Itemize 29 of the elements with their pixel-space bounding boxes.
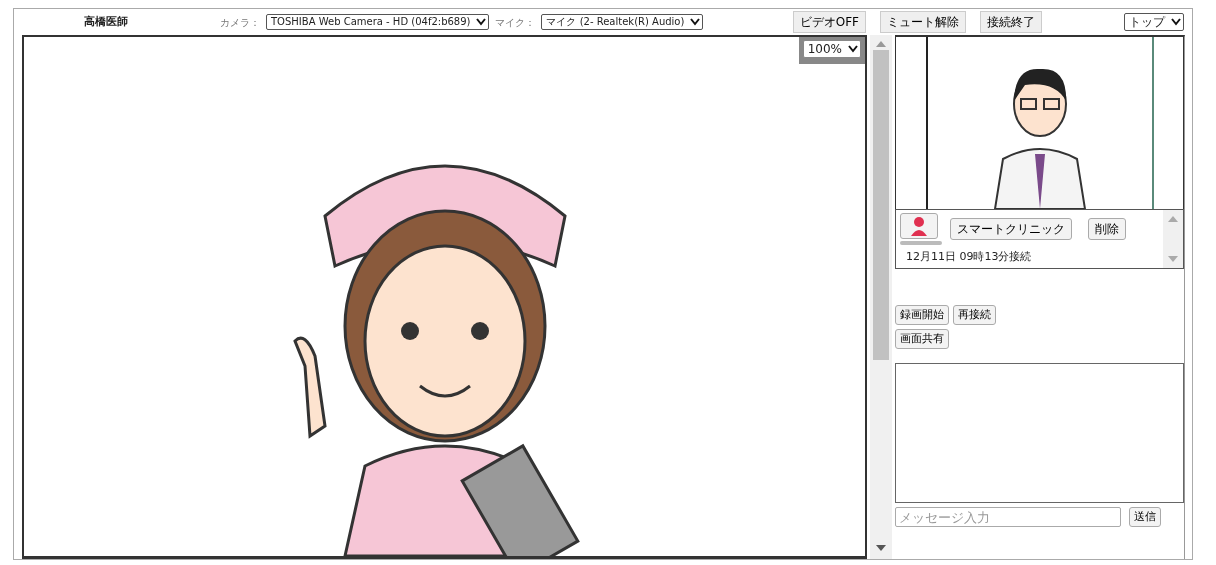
scrollbar[interactable]: [1163, 210, 1183, 268]
scroll-up-icon[interactable]: [1168, 216, 1178, 222]
chevron-icon: [476, 18, 487, 26]
user-name: 高橋医師: [83, 13, 129, 30]
scroll-up-icon[interactable]: [876, 41, 886, 47]
chevron-icon: [690, 18, 701, 26]
camera-label: カメラ：: [220, 15, 260, 30]
delete-button[interactable]: 削除: [1088, 218, 1126, 240]
person-icon: [910, 216, 928, 236]
avatar-button[interactable]: [900, 213, 938, 239]
participant-button[interactable]: スマートクリニック: [950, 218, 1072, 240]
video-off-button[interactable]: ビデオOFF: [792, 11, 866, 33]
view-select[interactable]: トップ: [1124, 13, 1184, 31]
chevron-icon: [848, 45, 858, 53]
send-button[interactable]: 送信: [1129, 507, 1161, 527]
unmute-button[interactable]: ミュート解除: [880, 11, 966, 33]
screen-share-button[interactable]: 画面共有: [895, 329, 949, 349]
connection-time: 12月11日 09時13分接続: [905, 249, 1033, 265]
zoom-select[interactable]: 100%: [802, 40, 861, 58]
chevron-icon: [1171, 18, 1181, 26]
scroll-down-icon[interactable]: [876, 545, 886, 551]
disconnect-button[interactable]: 接続終了: [980, 11, 1042, 33]
message-field[interactable]: メッセージ入力: [895, 507, 1121, 527]
mic-select[interactable]: マイク (2- Realtek(R) Audio): [541, 14, 704, 30]
mic-label: マイク：: [495, 15, 536, 30]
reconnect-button[interactable]: 再接続: [953, 305, 996, 325]
camera-select[interactable]: TOSHIBA Web Camera - HD (04f2:b689): [266, 14, 490, 30]
record-button[interactable]: 録画開始: [895, 305, 949, 325]
scrollbar[interactable]: [870, 35, 892, 559]
